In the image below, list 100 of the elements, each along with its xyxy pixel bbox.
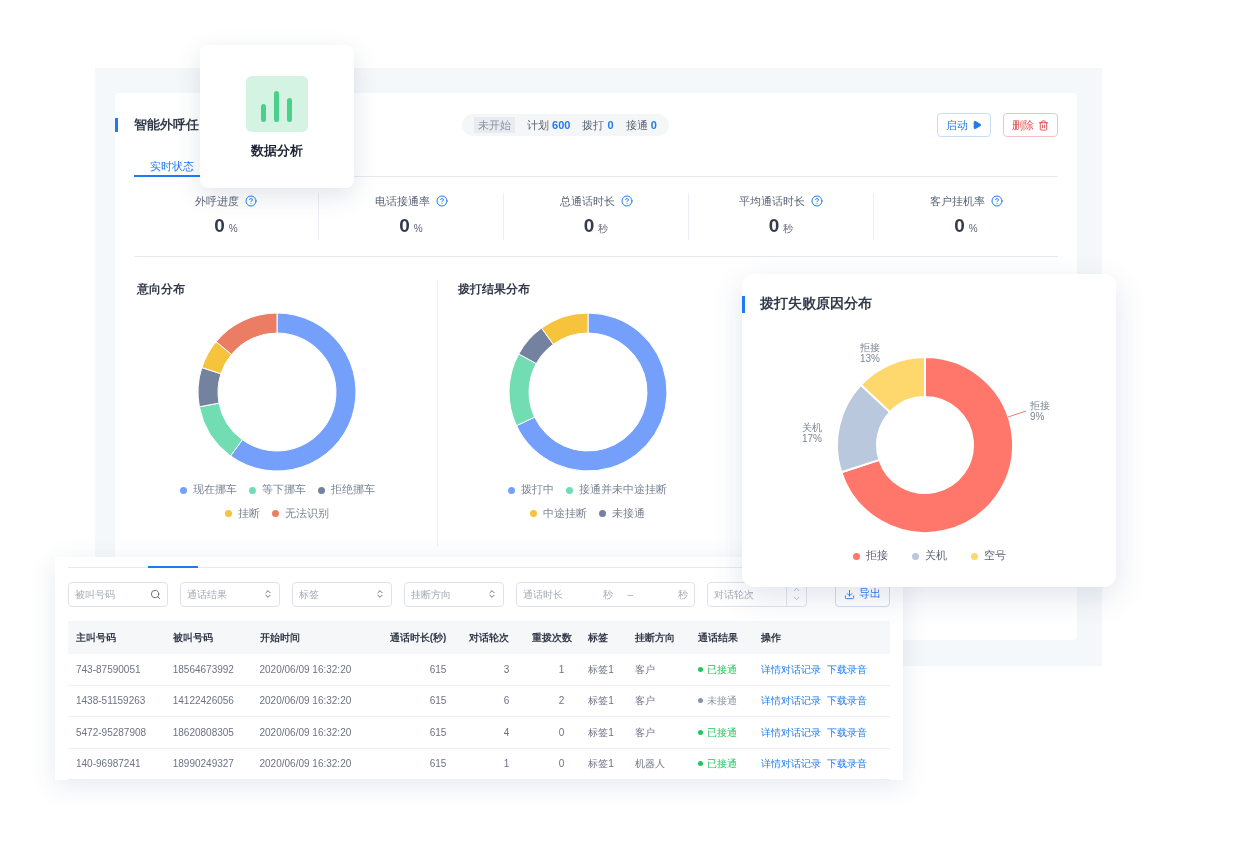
callout-label: 拒接 bbox=[1030, 400, 1050, 412]
table-cell: 615 bbox=[372, 685, 455, 717]
table-cell: 客户 bbox=[626, 653, 690, 685]
table-cell: 0 bbox=[517, 748, 581, 780]
trash-icon bbox=[1038, 119, 1049, 131]
stat-unit: % bbox=[413, 221, 423, 236]
action-link[interactable]: 详情对话记录 bbox=[760, 693, 821, 709]
leader-line bbox=[1008, 410, 1026, 419]
action-link[interactable]: 下载录音 bbox=[826, 724, 867, 740]
increment-icon bbox=[792, 585, 801, 594]
table-cell: 0 bbox=[517, 716, 581, 748]
stat-value: 0 bbox=[768, 213, 780, 238]
column-header: 挂断方向 bbox=[626, 620, 690, 654]
stat-label: 客户挂机率 bbox=[929, 194, 985, 209]
action-link[interactable]: 下载录音 bbox=[826, 661, 867, 677]
select-field[interactable]: 标签 bbox=[292, 581, 392, 607]
call-result: 已接通 bbox=[706, 662, 737, 677]
table-cell: 2020/06/09 16:32:20 bbox=[251, 716, 373, 748]
legend-label: 无法识别 bbox=[285, 506, 329, 521]
legend-label: 等下挪车 bbox=[261, 482, 306, 498]
legend-label: 拒绝挪车 bbox=[330, 482, 375, 498]
table-cell: 140-96987241 bbox=[68, 748, 165, 780]
help-icon bbox=[811, 195, 823, 208]
column-header: 开始时间 bbox=[251, 620, 373, 654]
table-cell: 标签1 bbox=[580, 653, 627, 685]
count-text: 接通 0 bbox=[625, 117, 657, 133]
table-cell: 客户 bbox=[626, 716, 690, 748]
table-cell: 14122426056 bbox=[164, 685, 252, 717]
title-accent bbox=[742, 295, 745, 313]
sort-caret-icon bbox=[487, 589, 497, 599]
stat-unit: 秒 bbox=[783, 221, 794, 236]
table-cell: 标签1 bbox=[580, 748, 627, 780]
play-icon bbox=[972, 120, 982, 130]
count-text: 计划 600 bbox=[527, 117, 571, 133]
column-header: 通话结果 bbox=[689, 620, 753, 654]
table-cell: 5472-95287908 bbox=[68, 716, 165, 748]
table-cell: 1438-51159263 bbox=[68, 685, 165, 717]
status-tag: 未开始 bbox=[474, 116, 515, 134]
column-header: 通话时长(秒) bbox=[372, 620, 455, 654]
help-icon bbox=[245, 195, 257, 208]
action-link[interactable]: 下载录音 bbox=[826, 693, 867, 709]
search-icon bbox=[150, 588, 161, 600]
callout-percent: 13% bbox=[860, 353, 880, 365]
action-link[interactable]: 下载录音 bbox=[826, 756, 867, 772]
table-cell: 615 bbox=[372, 653, 455, 685]
callout-label: 拒接 bbox=[860, 342, 880, 354]
legend-label: 现在挪车 bbox=[192, 482, 237, 498]
column-header: 重拨次数 bbox=[517, 620, 581, 654]
table-cell: 1 bbox=[454, 748, 518, 780]
decrement-icon bbox=[792, 594, 801, 603]
table-cell: 客户 bbox=[626, 685, 690, 717]
chart-title: 意向分布 bbox=[137, 282, 186, 297]
delete-button[interactable]: 删除 bbox=[1003, 113, 1058, 137]
stat-label: 外呼进度 bbox=[195, 194, 239, 209]
bar-chart-icon bbox=[246, 76, 308, 132]
chart-title: 拨打结果分布 bbox=[458, 282, 531, 297]
title-accent bbox=[115, 118, 118, 132]
table-cell: 615 bbox=[372, 748, 455, 780]
column-header: 标签 bbox=[580, 620, 627, 654]
action-link[interactable]: 详情对话记录 bbox=[760, 724, 821, 740]
stat-value: 0 bbox=[954, 213, 965, 238]
help-icon bbox=[620, 195, 633, 208]
table-cell: 18620808305 bbox=[164, 716, 252, 748]
table-cell: 2 bbox=[517, 685, 581, 717]
action-link[interactable]: 详情对话记录 bbox=[760, 756, 821, 772]
table-cell: 3 bbox=[454, 653, 518, 685]
legend-label: 未接通 bbox=[612, 506, 645, 521]
call-result: 已接通 bbox=[706, 725, 737, 740]
table-cell: 1 bbox=[517, 653, 581, 685]
call-result: 未接通 bbox=[706, 694, 737, 709]
table-cell: 18564673992 bbox=[164, 653, 252, 685]
search-field[interactable]: 被叫号码 bbox=[68, 581, 168, 607]
table-cell: 机器人 bbox=[626, 748, 690, 780]
duration-range-field[interactable]: 通话时长 秒 – 秒 bbox=[516, 581, 695, 607]
task-title: 智能外呼任 bbox=[134, 116, 200, 135]
sort-caret-icon bbox=[375, 589, 385, 599]
legend-label: 挂断 bbox=[238, 506, 260, 521]
stat-label: 电话接通率 bbox=[374, 194, 430, 209]
help-icon bbox=[435, 195, 448, 208]
table-cell: 2020/06/09 16:32:20 bbox=[251, 685, 373, 717]
table-cell: 标签1 bbox=[580, 716, 627, 748]
stat-label: 总通话时长 bbox=[559, 194, 615, 209]
legend-label: 接通并未中途挂断 bbox=[579, 482, 667, 498]
stat-unit: % bbox=[968, 221, 978, 236]
legend-label: 拒接 bbox=[865, 548, 888, 564]
help-icon bbox=[990, 195, 1003, 208]
select-field[interactable]: 挂断方向 bbox=[404, 581, 504, 607]
download-icon bbox=[844, 588, 855, 600]
column-header: 对话轮次 bbox=[454, 620, 518, 654]
stat-value: 0 bbox=[214, 213, 225, 238]
legend-label: 中途挂断 bbox=[543, 506, 587, 521]
start-button[interactable]: 启动 bbox=[937, 113, 991, 137]
stat-unit: 秒 bbox=[598, 221, 609, 236]
stat-value: 0 bbox=[583, 213, 595, 238]
column-header: 操作 bbox=[752, 620, 890, 654]
select-field[interactable]: 通话结果 bbox=[180, 581, 280, 607]
callout-label: 关机 bbox=[802, 422, 822, 434]
action-link[interactable]: 详情对话记录 bbox=[760, 661, 821, 677]
tab-indicator bbox=[148, 565, 198, 568]
sort-caret-icon bbox=[263, 589, 273, 599]
